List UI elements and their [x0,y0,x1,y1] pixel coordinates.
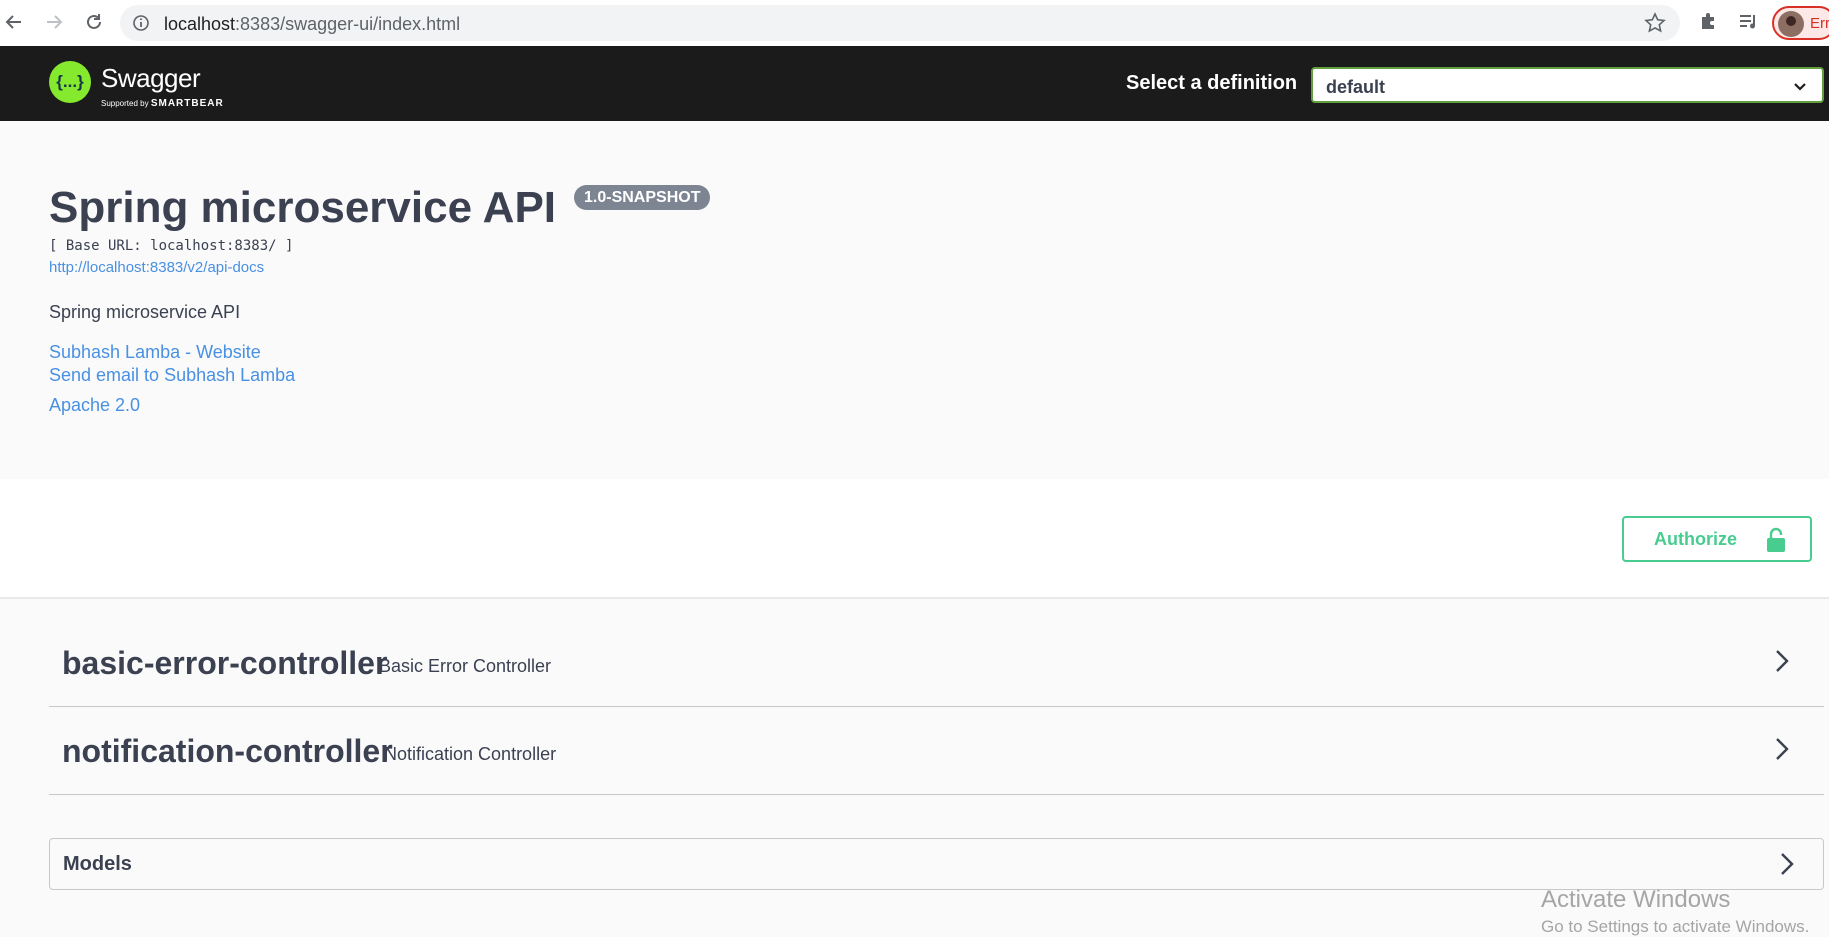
url-path: :8383/swagger-ui/index.html [235,14,461,34]
forward-button[interactable] [40,8,68,36]
api-info-section: Spring microservice API 1.0-SNAPSHOT [ B… [0,121,1829,479]
arrow-left-icon [5,15,21,29]
tag-description: Basic Error Controller [379,656,552,676]
authorize-button[interactable]: Authorize [1622,516,1812,562]
reload-icon [87,14,101,29]
activate-windows-hint: Go to Settings to activate Windows. [1541,917,1810,936]
chevron-right-icon [1776,738,1789,760]
swagger-logo-text[interactable]: Swagger [101,63,201,94]
avatar [1778,11,1804,37]
back-button[interactable] [0,8,28,36]
media-queue-icon[interactable] [1737,10,1759,32]
swagger-topbar: {...} Swagger Supported by SMARTBEAR Sel… [0,46,1829,121]
definition-value: default [1326,77,1386,97]
activate-windows-title: Activate Windows [1541,886,1731,913]
extensions-puzzle-icon[interactable] [1698,10,1720,32]
tag-name: basic-error-controller [62,645,388,681]
reload-button[interactable] [80,8,108,36]
version-badge: 1.0-SNAPSHOT [574,185,711,210]
definition-label: Select a definition [1126,72,1298,94]
page-title: Spring microservice API [49,183,557,232]
bookmark-star-icon[interactable] [1644,12,1666,34]
profile-button[interactable]: Err [1772,6,1829,40]
chevron-down-icon [1794,83,1806,91]
authorize-label: Authorize [1654,529,1737,549]
swagger-logo-icon[interactable]: {...} [49,61,91,103]
models-title: Models [63,853,132,875]
tag-description: Notification Controller [384,744,557,764]
tag-basic-error-controller[interactable]: basic-error-controller Basic Error Contr… [49,618,1824,707]
smartbear-tagline: Supported by SMARTBEAR [101,98,224,109]
license-link[interactable]: Apache 2.0 [49,395,140,416]
url-text: localhost:8383/swagger-ui/index.html [164,14,460,35]
definition-select[interactable]: default [1311,67,1824,103]
tag-name: notification-controller [62,733,393,769]
profile-error-label: Err [1810,15,1829,32]
arrow-right-icon [47,15,63,29]
url-host: localhost [164,14,236,34]
api-docs-link[interactable]: http://localhost:8383/v2/api-docs [49,259,264,276]
tag-notification-controller[interactable]: notification-controller Notification Con… [49,706,1824,795]
base-url: [ Base URL: localhost:8383/ ] [49,238,294,254]
chevron-right-icon [1776,650,1789,672]
chevron-right-icon [1781,853,1794,875]
unlock-icon [1767,527,1785,552]
tagline-brand: SMARTBEAR [150,98,224,109]
models-section[interactable]: Models [49,838,1824,890]
tagline-prefix: Supported by [101,99,149,108]
api-description: Spring microservice API [49,302,241,322]
scheme-container: Authorize [0,479,1829,599]
contact-website-link[interactable]: Subhash Lamba - Website [49,342,261,363]
browser-toolbar: localhost:8383/swagger-ui/index.html Err [0,0,1829,46]
contact-email-link[interactable]: Send email to Subhash Lamba [49,365,295,386]
info-icon [133,15,149,31]
address-bar[interactable]: localhost:8383/swagger-ui/index.html [120,5,1680,41]
